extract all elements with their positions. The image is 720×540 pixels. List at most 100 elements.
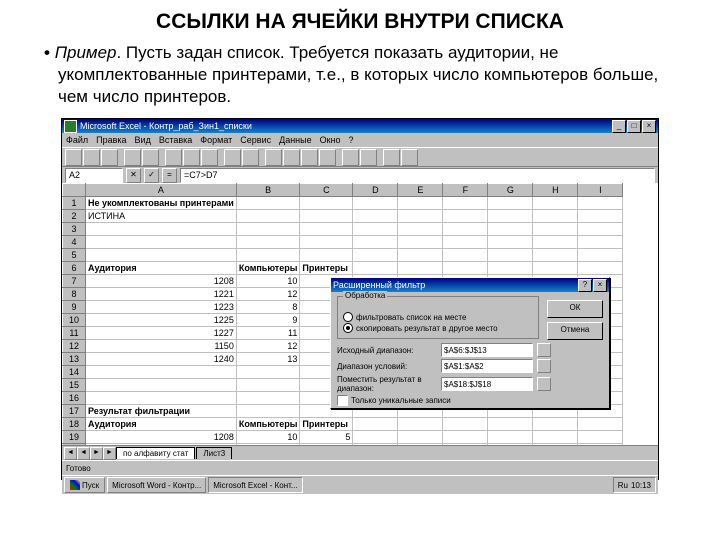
row-header[interactable]: 6	[63, 262, 86, 275]
cell[interactable]: 1150	[86, 340, 237, 353]
cell[interactable]: 1225	[86, 314, 237, 327]
cell[interactable]	[488, 249, 533, 262]
cell[interactable]: ИСТИНА	[86, 210, 237, 223]
equals-icon[interactable]: =	[162, 168, 177, 183]
cell[interactable]	[236, 236, 300, 249]
cell[interactable]: 5	[300, 431, 353, 444]
cell[interactable]	[398, 210, 443, 223]
column-header[interactable]: E	[398, 184, 443, 197]
cell[interactable]	[488, 262, 533, 275]
cell[interactable]	[353, 444, 398, 446]
cell[interactable]: 10	[236, 431, 300, 444]
cell[interactable]	[86, 236, 237, 249]
row-header[interactable]: 15	[63, 379, 86, 392]
map-icon[interactable]	[360, 149, 377, 166]
new-icon[interactable]	[65, 149, 82, 166]
column-header[interactable]: F	[443, 184, 488, 197]
cell[interactable]: Компьютеры	[236, 418, 300, 431]
cell[interactable]	[578, 431, 623, 444]
ok-button[interactable]: ОК	[547, 300, 603, 318]
radio-copy-elsewhere[interactable]: скопировать результат в другое место	[343, 323, 533, 333]
cell[interactable]	[578, 418, 623, 431]
cell[interactable]	[86, 366, 237, 379]
menu-tools[interactable]: Сервис	[240, 135, 271, 145]
enter-formula-icon[interactable]: ✓	[144, 168, 159, 183]
cell[interactable]	[398, 236, 443, 249]
chart-icon[interactable]	[342, 149, 359, 166]
cell[interactable]	[578, 262, 623, 275]
column-header[interactable]	[63, 184, 86, 197]
list-range-input[interactable]: $A$6:$J$13	[441, 343, 533, 357]
spreadsheet-grid[interactable]: ABCDEFGHI1Не укомплектованы принтерами2И…	[62, 183, 658, 445]
cell[interactable]	[443, 249, 488, 262]
cell[interactable]: 1240	[86, 353, 237, 366]
cell[interactable]	[578, 444, 623, 446]
minimize-button[interactable]: _	[612, 120, 626, 133]
row-header[interactable]: 13	[63, 353, 86, 366]
cancel-formula-icon[interactable]: ✕	[126, 168, 141, 183]
cell[interactable]	[398, 418, 443, 431]
cell[interactable]	[86, 392, 237, 405]
cell[interactable]	[443, 197, 488, 210]
row-header[interactable]: 17	[63, 405, 86, 418]
cell[interactable]: 1221	[86, 288, 237, 301]
cell[interactable]	[443, 210, 488, 223]
row-header[interactable]: 20	[63, 444, 86, 446]
dialog-help-button[interactable]: ?	[578, 279, 592, 292]
sheet-tab[interactable]: по алфавиту стат	[116, 447, 195, 459]
cell[interactable]	[236, 223, 300, 236]
open-icon[interactable]	[83, 149, 100, 166]
cell[interactable]	[443, 262, 488, 275]
row-header[interactable]: 8	[63, 288, 86, 301]
cell[interactable]	[533, 418, 578, 431]
cell[interactable]	[86, 379, 237, 392]
cell[interactable]	[398, 223, 443, 236]
sum-icon[interactable]	[265, 149, 282, 166]
preview-icon[interactable]	[142, 149, 159, 166]
cell[interactable]: 10	[236, 275, 300, 288]
cell[interactable]	[353, 210, 398, 223]
system-tray[interactable]: Ru10:13	[613, 477, 656, 493]
range-picker-icon[interactable]	[537, 359, 551, 373]
cell[interactable]	[443, 431, 488, 444]
cell[interactable]: 1223	[86, 301, 237, 314]
cell[interactable]	[236, 379, 300, 392]
cell[interactable]: 1208	[86, 431, 237, 444]
cell[interactable]: 12	[236, 288, 300, 301]
cell[interactable]: 11	[236, 327, 300, 340]
cell[interactable]	[443, 223, 488, 236]
cell[interactable]	[533, 262, 578, 275]
copy-icon[interactable]	[183, 149, 200, 166]
redo-icon[interactable]	[242, 149, 259, 166]
row-header[interactable]: 9	[63, 301, 86, 314]
cell[interactable]	[236, 210, 300, 223]
cell[interactable]	[236, 249, 300, 262]
taskbar-item[interactable]: Microsoft Excel - Конт...	[208, 477, 302, 493]
cell[interactable]: Результат фильтрации	[86, 405, 237, 418]
column-header[interactable]: H	[533, 184, 578, 197]
row-header[interactable]: 19	[63, 431, 86, 444]
menu-window[interactable]: Окно	[320, 135, 341, 145]
cell[interactable]: 12	[236, 340, 300, 353]
cell[interactable]: Компьютеры	[236, 262, 300, 275]
cell[interactable]: Аудитория	[86, 262, 237, 275]
start-button[interactable]: Пуск	[64, 477, 105, 493]
cell[interactable]	[353, 431, 398, 444]
paste-icon[interactable]	[201, 149, 218, 166]
column-header[interactable]: C	[300, 184, 353, 197]
cell[interactable]	[533, 197, 578, 210]
cell[interactable]	[353, 418, 398, 431]
cell[interactable]: 8	[236, 301, 300, 314]
cell[interactable]	[353, 262, 398, 275]
menu-view[interactable]: Вид	[135, 135, 151, 145]
close-button[interactable]: ×	[642, 120, 656, 133]
radio-filter-inplace[interactable]: фильтровать список на месте	[343, 312, 533, 322]
column-header[interactable]: B	[236, 184, 300, 197]
print-icon[interactable]	[124, 149, 141, 166]
cell[interactable]	[300, 249, 353, 262]
taskbar-item[interactable]: Microsoft Word - Контр...	[107, 477, 206, 493]
cell[interactable]: 9	[236, 444, 300, 446]
dialog-titlebar[interactable]: Расширенный фильтр ? ×	[331, 278, 609, 292]
tab-next-icon[interactable]: ►	[90, 447, 103, 460]
cell[interactable]: 1208	[86, 275, 237, 288]
